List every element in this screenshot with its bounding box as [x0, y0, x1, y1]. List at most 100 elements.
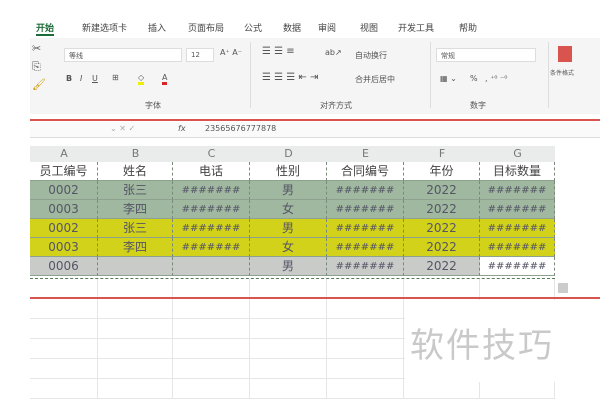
column-header-E[interactable]: E — [327, 146, 404, 162]
empty-cell — [98, 319, 173, 339]
font-color-icon[interactable]: A — [162, 73, 168, 85]
table-cell[interactable]: 李四 — [98, 238, 173, 257]
decimal-icon[interactable]: , ⁺⁰ ⁻⁰ — [485, 74, 508, 83]
empty-cell — [173, 319, 250, 339]
highlight-line — [30, 119, 600, 121]
column-header-F[interactable]: F — [404, 146, 480, 162]
table-cell[interactable]: ####### — [327, 238, 404, 257]
tab-4[interactable]: 公式 — [244, 21, 262, 34]
header-cell[interactable]: 性别 — [250, 162, 327, 181]
table-cell[interactable]: 2022 — [404, 238, 480, 257]
cancel-enter-icons[interactable]: ⌄ ✕ ✓ — [110, 124, 135, 133]
percent-button[interactable]: % — [470, 74, 478, 83]
font-name-select[interactable]: 等线 — [64, 48, 182, 62]
fx-icon[interactable]: fx — [178, 124, 186, 133]
italic-button[interactable]: I — [80, 74, 82, 83]
empty-cell — [98, 279, 173, 299]
table-cell[interactable]: 李四 — [98, 200, 173, 219]
column-header-C[interactable]: C — [173, 146, 250, 162]
empty-cell — [480, 379, 555, 399]
ribbon: ✂ ⎘ 🖌 等线 12 A⁺ A⁻ B I U ⊞ ◇ A 字体 ☰ ☰ ≡ ☰… — [30, 38, 600, 114]
tab-6[interactable]: 审阅 — [318, 21, 336, 34]
font-grow-icon[interactable]: A⁺ A⁻ — [220, 48, 242, 57]
number-format-select[interactable]: 常规 — [436, 48, 536, 62]
table-cell[interactable]: 女 — [250, 238, 327, 257]
empty-cell — [98, 299, 173, 319]
tab-7[interactable]: 视图 — [360, 21, 378, 34]
column-header-G[interactable]: G — [480, 146, 555, 162]
tab-2[interactable]: 插入 — [148, 21, 166, 34]
orientation-icon[interactable]: ab↗ — [325, 48, 342, 57]
empty-cell — [327, 339, 404, 359]
table-cell[interactable]: ####### — [480, 219, 555, 238]
wrap-text-button[interactable]: 自动换行 — [355, 50, 387, 61]
table-cell[interactable]: ####### — [480, 181, 555, 200]
align-top-icon[interactable]: ☰ ☰ ≡ — [262, 46, 295, 57]
group-align-label: 对齐方式 — [320, 101, 352, 110]
font-size-select[interactable]: 12 — [186, 48, 214, 62]
currency-icon[interactable]: ▦ ⌄ — [440, 74, 457, 83]
header-cell[interactable]: 姓名 — [98, 162, 173, 181]
table-cell[interactable]: 张三 — [98, 181, 173, 200]
group-number-label: 数字 — [470, 101, 486, 110]
header-cell[interactable]: 目标数量 — [480, 162, 555, 181]
header-cell[interactable]: 员工编号 — [30, 162, 98, 181]
table-cell[interactable]: 男 — [250, 257, 327, 276]
cut-icon[interactable]: ✂ — [32, 42, 41, 55]
tab-5[interactable]: 数据 — [283, 21, 301, 34]
table-cell[interactable]: ####### — [327, 200, 404, 219]
table-cell[interactable]: 男 — [250, 219, 327, 238]
tab-1[interactable]: 新建选项卡 — [82, 21, 127, 34]
column-header-D[interactable]: D — [250, 146, 327, 162]
table-cell[interactable]: 2022 — [404, 181, 480, 200]
table-cell[interactable]: 女 — [250, 200, 327, 219]
header-cell[interactable]: 年份 — [404, 162, 480, 181]
table-cell[interactable]: 0002 — [30, 181, 98, 200]
table-cell[interactable]: ####### — [173, 219, 250, 238]
table-cell[interactable]: 2022 — [404, 257, 480, 276]
tab-8[interactable]: 开发工具 — [398, 21, 434, 34]
formula-input[interactable]: 23565676777878 — [205, 124, 276, 133]
table-cell[interactable]: ####### — [480, 200, 555, 219]
table-cell[interactable]: ####### — [173, 238, 250, 257]
empty-cell — [98, 359, 173, 379]
merge-center-button[interactable]: 合并后居中 — [355, 74, 395, 85]
empty-cell — [173, 379, 250, 399]
empty-cell — [250, 279, 327, 299]
table-cell[interactable]: ####### — [173, 200, 250, 219]
table-cell[interactable]: 0006 — [30, 257, 98, 276]
border-icon[interactable]: ⊞ — [112, 73, 119, 82]
tab-0[interactable]: 开始 — [36, 21, 55, 36]
table-cell[interactable]: ####### — [480, 238, 555, 257]
format-painter-icon[interactable]: 🖌 — [32, 78, 46, 91]
header-cell[interactable]: 合同编号 — [327, 162, 404, 181]
table-cell[interactable]: ####### — [173, 181, 250, 200]
quick-analysis-icon[interactable] — [558, 283, 568, 293]
align-left-icon[interactable]: ☰ ☰ ☰ ⇤ ⇥ — [262, 72, 318, 83]
column-header-A[interactable]: A — [30, 146, 98, 162]
table-cell[interactable]: 0003 — [30, 200, 98, 219]
table-cell[interactable] — [98, 257, 173, 276]
table-cell[interactable]: ####### — [327, 257, 404, 276]
table-cell[interactable]: 张三 — [98, 219, 173, 238]
underline-button[interactable]: U — [92, 74, 98, 83]
copy-icon[interactable]: ⎘ — [32, 60, 41, 74]
table-cell[interactable] — [173, 257, 250, 276]
tab-9[interactable]: 帮助 — [459, 21, 477, 34]
table-cell[interactable]: ####### — [327, 219, 404, 238]
highlight-line-bottom — [30, 297, 600, 299]
conditional-format-icon[interactable] — [558, 46, 572, 62]
table-cell[interactable]: ####### — [327, 181, 404, 200]
table-cell[interactable]: 男 — [250, 181, 327, 200]
bold-button[interactable]: B — [66, 74, 72, 83]
table-cell[interactable]: ####### — [480, 257, 555, 276]
conditional-format-button[interactable]: 条件格式 — [550, 68, 574, 77]
table-cell[interactable]: 0003 — [30, 238, 98, 257]
table-cell[interactable]: 2022 — [404, 200, 480, 219]
column-header-B[interactable]: B — [98, 146, 173, 162]
tab-3[interactable]: 页面布局 — [188, 21, 224, 34]
fill-color-icon[interactable]: ◇ — [138, 73, 145, 85]
table-cell[interactable]: 0002 — [30, 219, 98, 238]
table-cell[interactable]: 2022 — [404, 219, 480, 238]
header-cell[interactable]: 电话 — [173, 162, 250, 181]
